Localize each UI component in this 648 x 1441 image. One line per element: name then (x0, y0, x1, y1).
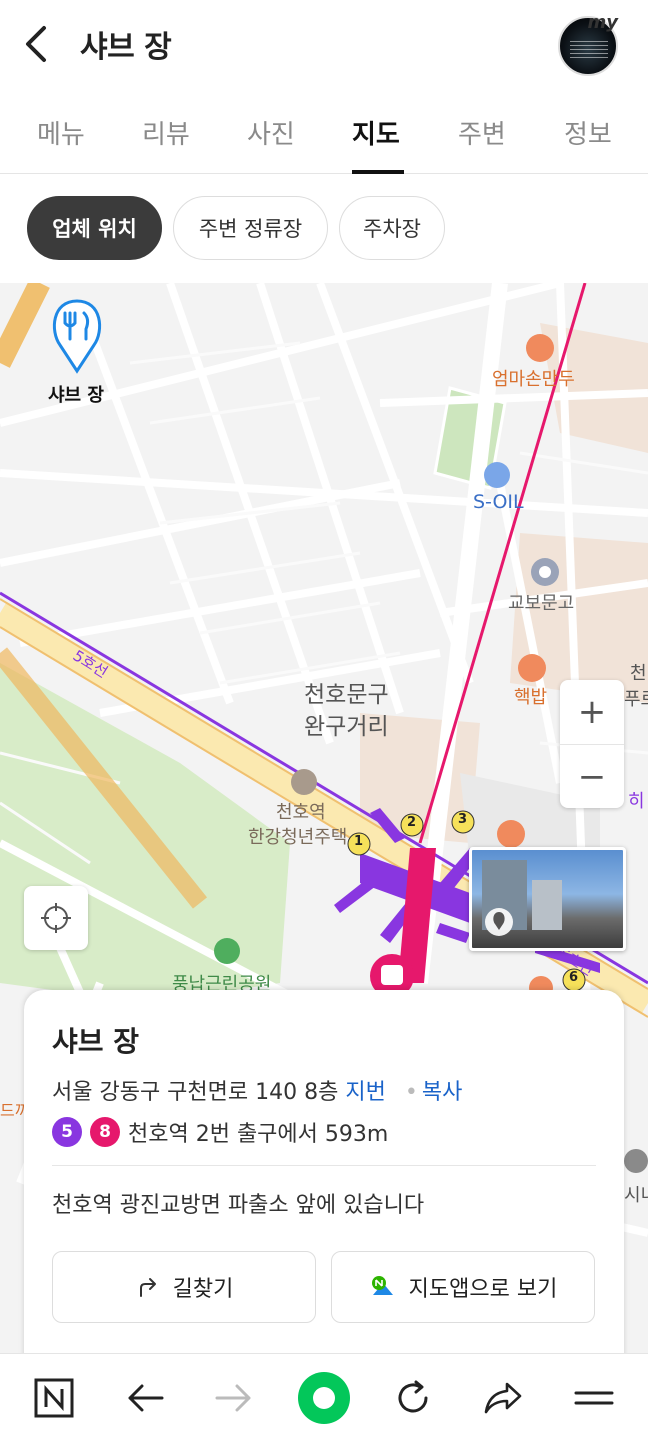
housing-label-2: 한강청년주택 (248, 827, 348, 848)
district-label-2: 완구거리 (304, 714, 389, 740)
header: 샤브 장 my (0, 0, 648, 90)
naver-map-icon (371, 1276, 393, 1295)
chevron-left-icon (26, 26, 46, 62)
exit-6-label: 6 (569, 970, 579, 985)
tab-info[interactable]: 정보 (564, 114, 612, 151)
tab-reviews[interactable]: 리뷰 (142, 114, 190, 151)
housing-label-1: 천호역 (276, 802, 326, 823)
exit-1-label: 1 (354, 834, 364, 849)
poi-label-restaurant: 엄마손만두 (492, 369, 575, 390)
street-view-pin-icon (482, 860, 562, 936)
zoom-in-button[interactable]: + (560, 680, 624, 744)
separator-dot: • (404, 1080, 418, 1105)
open-map-app-label: 지도앱으로 보기 (408, 1277, 558, 1302)
page-title: 샤브 장 (80, 30, 172, 65)
open-map-app-button[interactable]: 지도앱으로 보기 (331, 1251, 595, 1323)
my-location-button[interactable] (24, 886, 88, 950)
menu-icon (574, 1391, 614, 1405)
browser-toolbar (0, 1353, 648, 1441)
browser-back-button[interactable] (117, 1370, 173, 1426)
zoom-control: + − (560, 680, 624, 808)
map-marker-label: 샤브 장 (48, 385, 104, 406)
directions-arrow-icon (139, 1278, 156, 1297)
naver-home-button[interactable] (26, 1370, 82, 1426)
avatar[interactable]: my (558, 12, 618, 76)
edge-label-2: 푸르 (624, 689, 648, 710)
poi-label-bookstore: 교보문고 (508, 593, 575, 614)
district-label-1: 천호문구 (304, 682, 389, 708)
place-name: 샤브 장 (52, 1025, 140, 1058)
zoom-out-button[interactable]: − (560, 744, 624, 808)
arrow-left-icon (128, 1384, 164, 1412)
refresh-button[interactable] (385, 1370, 441, 1426)
place-description: 천호역 광진교방면 파출소 앞에 있습니다 (52, 1193, 425, 1218)
exit-3-label: 3 (458, 812, 468, 827)
share-icon (484, 1382, 522, 1414)
directions-button[interactable]: 길찾기 (52, 1251, 316, 1323)
poi-label-gas-station: S-OIL (473, 491, 524, 513)
browser-forward-button[interactable] (206, 1370, 262, 1426)
menu-button[interactable] (566, 1370, 622, 1426)
naver-n-icon (34, 1378, 74, 1418)
tab-photos[interactable]: 사진 (247, 114, 295, 151)
poi-label-restaurant-2: 핵밥 (514, 687, 548, 708)
tab-nearby[interactable]: 주변 (458, 114, 506, 151)
tab-map[interactable]: 지도 (352, 114, 400, 151)
line-8-badge: 8 (90, 1117, 120, 1147)
place-address: 서울 강동구 구천면로 140 8층 (52, 1080, 339, 1105)
line-5-badge: 5 (52, 1117, 82, 1147)
copy-link[interactable]: 복사 (422, 1080, 462, 1105)
tab-menu[interactable]: 메뉴 (37, 114, 85, 151)
place-info-card: 샤브 장 서울 강동구 구천면로 140 8층 지번 • 복사 5 8 천호역 2… (24, 990, 624, 1370)
share-button[interactable] (475, 1370, 531, 1426)
edge-label-3: 히 (628, 791, 645, 812)
back-button[interactable] (22, 22, 62, 66)
exit-2-label: 2 (407, 815, 417, 830)
place-address-row: 서울 강동구 구천면로 140 8층 지번 • 복사 (52, 1074, 462, 1106)
filter-chips: 업체 위치 주변 정류장 주차장 (0, 174, 648, 282)
crosshair-icon (41, 903, 71, 933)
green-dot-button[interactable] (296, 1370, 352, 1426)
chip-parking[interactable]: 주차장 (339, 196, 445, 260)
jibun-link[interactable]: 지번 (345, 1080, 385, 1105)
directions-label: 길찾기 (172, 1277, 234, 1302)
chip-nearby-stops[interactable]: 주변 정류장 (173, 196, 328, 260)
arrow-right-icon (215, 1384, 251, 1412)
divider (52, 1165, 596, 1166)
edge-label-1: 천 (630, 663, 647, 684)
avatar-image (570, 40, 608, 58)
chip-business-location[interactable]: 업체 위치 (27, 196, 162, 260)
subway-info: 5 8 천호역 2번 출구에서 593m (52, 1116, 388, 1148)
edge-label-4: 시니 (624, 1185, 648, 1206)
tab-bar: 메뉴 리뷰 사진 지도 주변 정보 (0, 90, 648, 174)
street-view-thumbnail[interactable] (469, 847, 626, 951)
subway-distance: 천호역 2번 출구에서 593m (128, 1122, 389, 1147)
green-dot-icon (298, 1372, 350, 1424)
avatar-badge: my (587, 12, 619, 33)
refresh-icon (398, 1380, 428, 1413)
